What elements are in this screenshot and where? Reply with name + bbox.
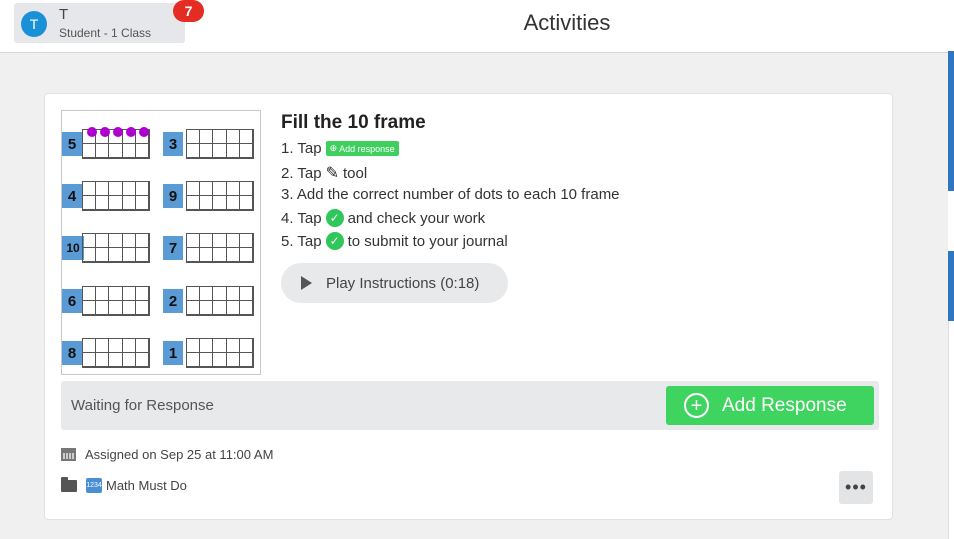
top-bar: T T Student - 1 Class 7 Activities — [0, 0, 948, 53]
ten-frame-grid — [82, 181, 150, 211]
folder-info: 1234 Math Must Do — [61, 476, 187, 493]
assigned-text: Assigned on Sep 25 at 11:00 AM — [85, 447, 274, 462]
ten-frame-grid — [82, 338, 150, 368]
activity-card: 5 3 4 9 10 7 6 2 8 1 Fill the 10 frame 1. Tap ⊕ A… — [44, 93, 893, 520]
instruction-step-5: 5. Tap ✓ to submit to your journal — [281, 232, 508, 250]
more-options-button[interactable]: ••• — [839, 471, 873, 504]
ten-frame-number: 9 — [163, 184, 183, 208]
step-text: 1. Tap — [281, 140, 322, 157]
ten-frame-grid — [186, 338, 254, 368]
play-instructions-label: Play Instructions (0:18) — [326, 274, 480, 292]
ten-frame-number: 3 — [163, 132, 183, 156]
ten-frame-grid — [186, 286, 254, 316]
numbers-emoji-icon: 1234 — [86, 478, 102, 493]
right-edge-segment — [948, 251, 954, 321]
ten-frame-dot — [139, 127, 149, 137]
page-title: Activities — [523, 10, 611, 35]
ten-frame-number: 5 — [62, 132, 82, 156]
right-edge-segment — [948, 51, 954, 191]
ten-frame-number: 2 — [163, 289, 183, 313]
ten-frame-grid — [186, 129, 254, 159]
folder-name[interactable]: Math Must Do — [106, 478, 187, 493]
ten-frame-number: 10 — [62, 236, 84, 260]
ten-frame-number: 8 — [62, 341, 82, 365]
right-edge-segment — [948, 0, 954, 51]
instruction-step-3: 3. Add the correct number of dots to eac… — [281, 186, 620, 203]
step-text: tool — [343, 164, 368, 182]
activity-thumbnail[interactable]: 5 3 4 9 10 7 6 2 8 1 — [61, 110, 261, 375]
check-icon: ✓ — [325, 209, 344, 227]
ten-frame-dot — [87, 127, 97, 137]
ten-frame-dot — [126, 127, 136, 137]
folder-icon — [61, 476, 77, 492]
step-text: 5. Tap — [281, 232, 322, 250]
calendar-icon — [61, 448, 76, 461]
step-text: and check your work — [347, 209, 486, 227]
pencil-icon: ✎ — [325, 165, 339, 182]
right-edge-segment — [948, 191, 954, 251]
add-response-button[interactable]: + Add Response — [666, 386, 874, 425]
ten-frame-grid — [82, 286, 150, 316]
step-text: 4. Tap — [281, 209, 322, 227]
step-text: to submit to your journal — [347, 232, 508, 250]
ten-frame-number: 4 — [62, 184, 82, 208]
plus-circle-icon: + — [684, 393, 709, 418]
play-instructions-button[interactable]: Play Instructions (0:18) — [281, 263, 508, 303]
ten-frame-dot — [100, 127, 110, 137]
instruction-step-4: 4. Tap ✓ and check your work — [281, 209, 485, 227]
ten-frame-dot — [113, 127, 123, 137]
instruction-step-2: 2. Tap ✎ tool — [281, 163, 367, 183]
add-response-label: Add Response — [722, 394, 847, 416]
plus-circle-icon: ⊕ — [329, 143, 338, 153]
instruction-step-1: 1. Tap ⊕ Add response — [281, 140, 399, 157]
folder-name-wrap: 1234 Math Must Do — [86, 478, 187, 493]
assigned-info: Assigned on Sep 25 at 11:00 AM — [61, 447, 273, 462]
ten-frame-number: 6 — [62, 289, 82, 313]
check-icon: ✓ — [325, 232, 344, 250]
right-edge-segment — [948, 321, 954, 539]
ten-frame-grid — [186, 233, 254, 263]
ten-frame-number: 1 — [163, 341, 183, 365]
activity-title: Fill the 10 frame — [281, 112, 426, 133]
mini-add-label: Add response — [339, 143, 395, 154]
step-text: 2. Tap — [281, 164, 322, 182]
mini-add-response-badge: ⊕ Add response — [325, 141, 399, 156]
step-text: 3. Add the correct number of dots to eac… — [281, 186, 620, 203]
ten-frame-grid — [82, 233, 150, 263]
ten-frame-number: 7 — [163, 236, 183, 260]
ten-frame-grid — [186, 181, 254, 211]
play-icon — [301, 276, 312, 290]
response-bar: Waiting for Response + Add Response — [61, 381, 879, 430]
response-status: Waiting for Response — [71, 397, 214, 414]
